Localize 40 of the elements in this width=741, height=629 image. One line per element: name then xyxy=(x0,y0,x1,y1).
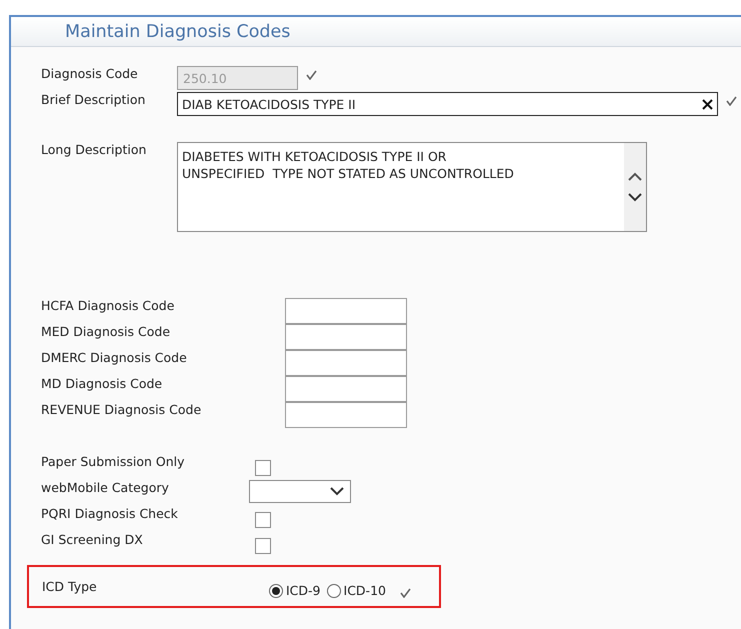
clear-button[interactable] xyxy=(702,98,713,110)
field-label: Long Description xyxy=(41,142,148,157)
brief-description-field[interactable]: DIAB KETOACIDOSIS TYPE II xyxy=(177,92,718,116)
chevron-down-icon[interactable] xyxy=(330,487,344,496)
check-icon xyxy=(306,70,317,80)
radio-option[interactable]: ICD-9 xyxy=(269,583,321,598)
field-label: Diagnosis Code xyxy=(41,66,139,81)
scrollbar[interactable] xyxy=(624,143,646,231)
scroll-up-icon[interactable] xyxy=(628,172,642,181)
option-label: Paper Submission Only xyxy=(41,454,186,469)
check-icon xyxy=(726,96,737,106)
checkbox[interactable] xyxy=(255,512,271,528)
panel-title: Maintain Diagnosis Codes xyxy=(65,22,290,42)
long-description-field[interactable]: DIABETES WITH KETOACIDOSIS TYPE II OR UNSPECIFIED TYPE NOT STATED AS UNCONTROLLED xyxy=(177,142,647,232)
code-field[interactable] xyxy=(285,376,407,402)
radio-label: ICD-9 xyxy=(286,583,321,598)
field-label: MED Diagnosis Code xyxy=(41,324,172,339)
option-label: webMobile Category xyxy=(41,480,170,495)
field-label: REVENUE Diagnosis Code xyxy=(41,402,202,417)
field-value: DIABETES WITH KETOACIDOSIS TYPE II OR UNSPECIFIED TYPE NOT STATED AS UNCONTROLLED xyxy=(181,148,515,183)
field-value: DIAB KETOACIDOSIS TYPE II xyxy=(182,96,357,112)
option-label: PQRI Diagnosis Check xyxy=(41,506,179,521)
field-label: HCFA Diagnosis Code xyxy=(41,298,176,313)
scroll-down-icon[interactable] xyxy=(628,193,642,202)
checkbox[interactable] xyxy=(255,460,271,476)
code-field[interactable] xyxy=(285,324,407,350)
code-field[interactable] xyxy=(285,350,407,376)
code-field[interactable] xyxy=(285,402,407,428)
field-label: Brief Description xyxy=(41,92,146,107)
radio-button[interactable] xyxy=(269,584,283,598)
radio-option[interactable]: ICD-10 xyxy=(326,583,386,598)
code-field[interactable] xyxy=(285,298,407,324)
option-label: GI Screening DX xyxy=(41,532,144,547)
field-label: MD Diagnosis Code xyxy=(41,376,164,391)
radio-button[interactable] xyxy=(326,584,341,598)
radio-label: ICD-10 xyxy=(344,583,386,598)
check-icon xyxy=(400,588,411,598)
field-label: DMERC Diagnosis Code xyxy=(41,350,188,365)
checkbox[interactable] xyxy=(255,538,271,554)
field-label: ICD Type xyxy=(42,579,98,594)
